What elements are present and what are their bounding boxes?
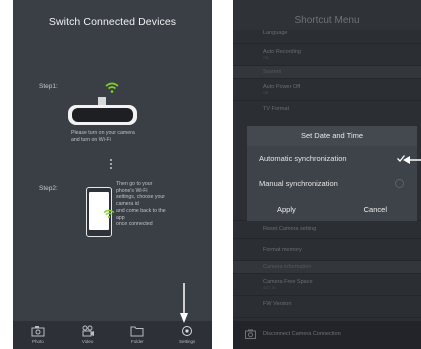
video-icon [82, 325, 94, 337]
header: Shortcut Menu [233, 0, 421, 30]
step1-label: Step1: [39, 83, 58, 90]
dashcam-mirror-illustration [68, 97, 137, 125]
set-date-time-dialog: Set Date and Time Automatic synchronizat… [247, 126, 417, 221]
menu-item[interactable]: Reset Camera setting [233, 221, 421, 239]
bottom-nav: Photo Video Folder Settings [13, 321, 212, 349]
arrow-left-icon [403, 156, 421, 164]
dialog-buttons: Apply Cancel [247, 198, 417, 221]
menu-section-header: Camera information [233, 261, 421, 274]
page-title: Switch Connected Devices [48, 16, 177, 28]
wifi-icon [105, 82, 119, 93]
menu-item[interactable]: Camera Free Space 4/27.76 [233, 274, 421, 296]
menu-section-header: System [233, 66, 421, 79]
wifi-icon [103, 209, 115, 219]
menu-item[interactable]: Language [233, 30, 421, 44]
disconnect-label: Disconnect Camera Connection [263, 331, 341, 337]
step2-instructions: Then go to your phone's Wi-Fi settings, … [116, 181, 166, 228]
option-manual-sync[interactable]: Manual synchronization [247, 171, 417, 196]
arrow-down-icon [180, 283, 188, 323]
menu-item[interactable]: Auto Power Off Off [233, 79, 421, 101]
menu-item[interactable]: Format memory [233, 239, 421, 261]
apply-button[interactable]: Apply [277, 205, 296, 214]
dialog-title: Set Date and Time [247, 126, 417, 146]
folder-icon [130, 326, 144, 337]
radio-unselected-icon [395, 179, 404, 188]
menu-item[interactable]: Auto Recording ON [233, 44, 421, 66]
nav-photo[interactable]: Photo [18, 325, 58, 344]
step1-instructions: Please turn on your camera and turn on W… [71, 130, 135, 143]
option-automatic-sync[interactable]: Automatic synchronization [247, 146, 417, 171]
camera-icon [245, 329, 256, 339]
cancel-button[interactable]: Cancel [364, 205, 387, 214]
nav-settings[interactable]: Settings [167, 325, 207, 344]
step2-label: Step2: [39, 185, 58, 192]
disconnect-row[interactable]: Disconnect Camera Connection [233, 321, 421, 349]
settings-icon [182, 326, 193, 336]
photo-icon [31, 326, 45, 337]
progress-dots [110, 159, 113, 169]
nav-video[interactable]: Video [68, 325, 108, 344]
page-title: Shortcut Menu [294, 15, 360, 26]
nav-folder[interactable]: Folder [117, 325, 157, 344]
menu-item[interactable]: FW Version [233, 296, 421, 318]
